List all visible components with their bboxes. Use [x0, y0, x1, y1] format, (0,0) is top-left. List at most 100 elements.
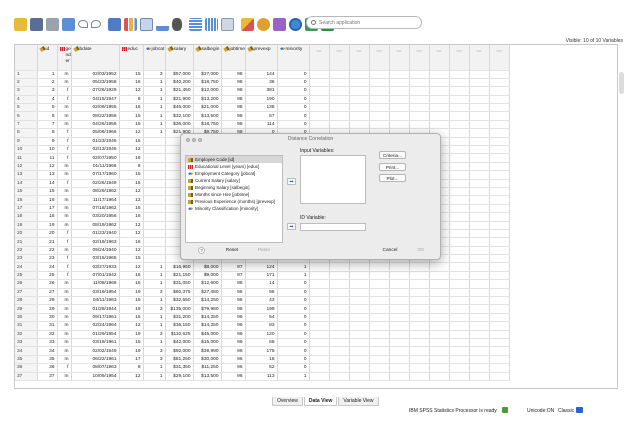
empty-cell[interactable] — [309, 321, 330, 331]
tab-variable-view[interactable]: Variable View — [338, 397, 379, 406]
data-cell[interactable]: $42,000 — [165, 338, 194, 348]
data-cell[interactable]: 08/19/1962 — [71, 221, 120, 230]
empty-cell[interactable] — [469, 321, 490, 331]
empty-cell[interactable] — [469, 288, 490, 298]
data-cell[interactable]: $57,000 — [165, 70, 194, 79]
data-cell[interactable]: m — [57, 372, 72, 381]
data-cell[interactable]: 98 — [221, 120, 246, 130]
empty-cell[interactable] — [329, 313, 350, 323]
empty-cell[interactable] — [309, 262, 330, 272]
empty-cell[interactable] — [489, 296, 510, 306]
data-cell[interactable]: 3 — [143, 288, 166, 298]
data-cell[interactable]: 06/22/1961 — [71, 355, 120, 365]
vertical-scrollbar[interactable] — [619, 72, 624, 94]
empty-cell[interactable] — [489, 321, 510, 331]
empty-cell[interactable] — [469, 103, 490, 113]
data-cell[interactable]: $13,500 — [193, 372, 222, 381]
empty-cell[interactable] — [489, 128, 510, 138]
empty-cell[interactable] — [489, 229, 510, 239]
empty-cell[interactable] — [449, 338, 470, 348]
data-cell[interactable]: 19 — [119, 346, 144, 356]
data-cell[interactable]: 7 — [37, 120, 58, 130]
empty-cell[interactable] — [469, 229, 490, 239]
empty-cell[interactable] — [449, 363, 470, 373]
empty-cell[interactable] — [349, 355, 370, 365]
empty-cell[interactable] — [309, 95, 330, 105]
empty-cell[interactable] — [369, 111, 390, 121]
empty-cell[interactable] — [369, 288, 390, 298]
data-cell[interactable]: 19 — [37, 221, 58, 230]
empty-cell[interactable] — [489, 153, 510, 163]
data-cell[interactable]: 31 — [37, 321, 58, 331]
data-cell[interactable]: $81,250 — [165, 355, 194, 365]
data-cell[interactable]: 15 — [119, 271, 144, 281]
data-cell[interactable]: f — [57, 229, 72, 239]
data-cell[interactable]: $14,250 — [193, 313, 222, 323]
data-cell[interactable]: m — [57, 288, 72, 298]
data-cell[interactable]: 20 — [37, 229, 58, 239]
data-cell[interactable]: 02/24/1964 — [71, 321, 120, 331]
data-cell[interactable]: 1 — [143, 296, 166, 306]
data-cell[interactable]: 15 — [119, 120, 144, 130]
data-cell[interactable] — [143, 153, 166, 163]
variable-list-item[interactable]: Current Salary [salary] — [186, 177, 282, 184]
empty-cell[interactable] — [329, 111, 350, 121]
empty-cell[interactable] — [429, 338, 450, 348]
globe-icon[interactable] — [289, 17, 302, 31]
data-cell[interactable]: $27,480 — [193, 288, 222, 298]
data-cell[interactable]: $16,950 — [165, 262, 194, 272]
empty-cell[interactable] — [389, 103, 410, 113]
data-cell[interactable]: 3 — [143, 70, 166, 79]
data-cell[interactable]: 1 — [143, 262, 166, 272]
data-cell[interactable]: 28 — [37, 296, 58, 306]
empty-cell[interactable] — [489, 111, 510, 121]
data-cell[interactable]: 12 — [119, 86, 144, 96]
data-cell[interactable] — [143, 229, 166, 239]
empty-cell[interactable] — [489, 288, 510, 298]
data-cell[interactable]: 124 — [245, 262, 278, 272]
empty-cell[interactable] — [469, 120, 490, 130]
empty-cell[interactable] — [329, 279, 350, 289]
data-cell[interactable]: 37 — [37, 372, 58, 381]
recall-dialog-icon[interactable] — [62, 17, 75, 31]
empty-cell[interactable] — [489, 195, 510, 205]
data-cell[interactable]: 1 — [143, 372, 166, 381]
row-number[interactable]: 6 — [15, 111, 38, 121]
empty-cell[interactable] — [449, 153, 470, 163]
empty-cell[interactable] — [469, 313, 490, 323]
empty-cell[interactable] — [449, 279, 470, 289]
empty-cell[interactable] — [429, 363, 450, 373]
data-cell[interactable]: 12 — [119, 221, 144, 230]
data-cell[interactable]: 08/07/1963 — [71, 363, 120, 373]
empty-cell[interactable] — [449, 179, 470, 188]
data-cell[interactable]: 15 — [119, 137, 144, 147]
empty-cell[interactable] — [309, 296, 330, 306]
empty-cell[interactable] — [449, 313, 470, 323]
data-cell[interactable]: m — [57, 70, 72, 79]
data-cell[interactable]: $11,250 — [193, 363, 222, 373]
empty-cell[interactable] — [449, 111, 470, 121]
data-cell[interactable]: 01/29/1954 — [71, 330, 120, 340]
empty-variable-header[interactable]: var — [489, 45, 510, 71]
data-cell[interactable]: $21,900 — [165, 95, 194, 105]
data-cell[interactable]: 4 — [37, 95, 58, 105]
empty-cell[interactable] — [449, 330, 470, 340]
empty-cell[interactable] — [489, 187, 510, 197]
data-cell[interactable]: 1 — [143, 111, 166, 121]
data-cell[interactable]: 1 — [143, 86, 166, 96]
row-number[interactable]: 7 — [15, 120, 38, 130]
empty-cell[interactable] — [389, 288, 410, 298]
data-cell[interactable]: m — [57, 162, 72, 172]
empty-cell[interactable] — [429, 288, 450, 298]
column-header[interactable]: ge nd er — [57, 45, 72, 71]
data-cell[interactable]: 1 — [143, 363, 166, 373]
data-cell[interactable]: 1 — [143, 313, 166, 323]
empty-cell[interactable] — [489, 246, 510, 256]
empty-cell[interactable] — [429, 78, 450, 88]
empty-cell[interactable] — [369, 304, 390, 314]
empty-cell[interactable] — [469, 187, 490, 197]
data-cell[interactable]: 19 — [119, 288, 144, 298]
insert-variable-icon[interactable] — [205, 17, 218, 31]
data-cell[interactable] — [143, 221, 166, 230]
plot-button[interactable]: Plot... — [379, 174, 406, 182]
